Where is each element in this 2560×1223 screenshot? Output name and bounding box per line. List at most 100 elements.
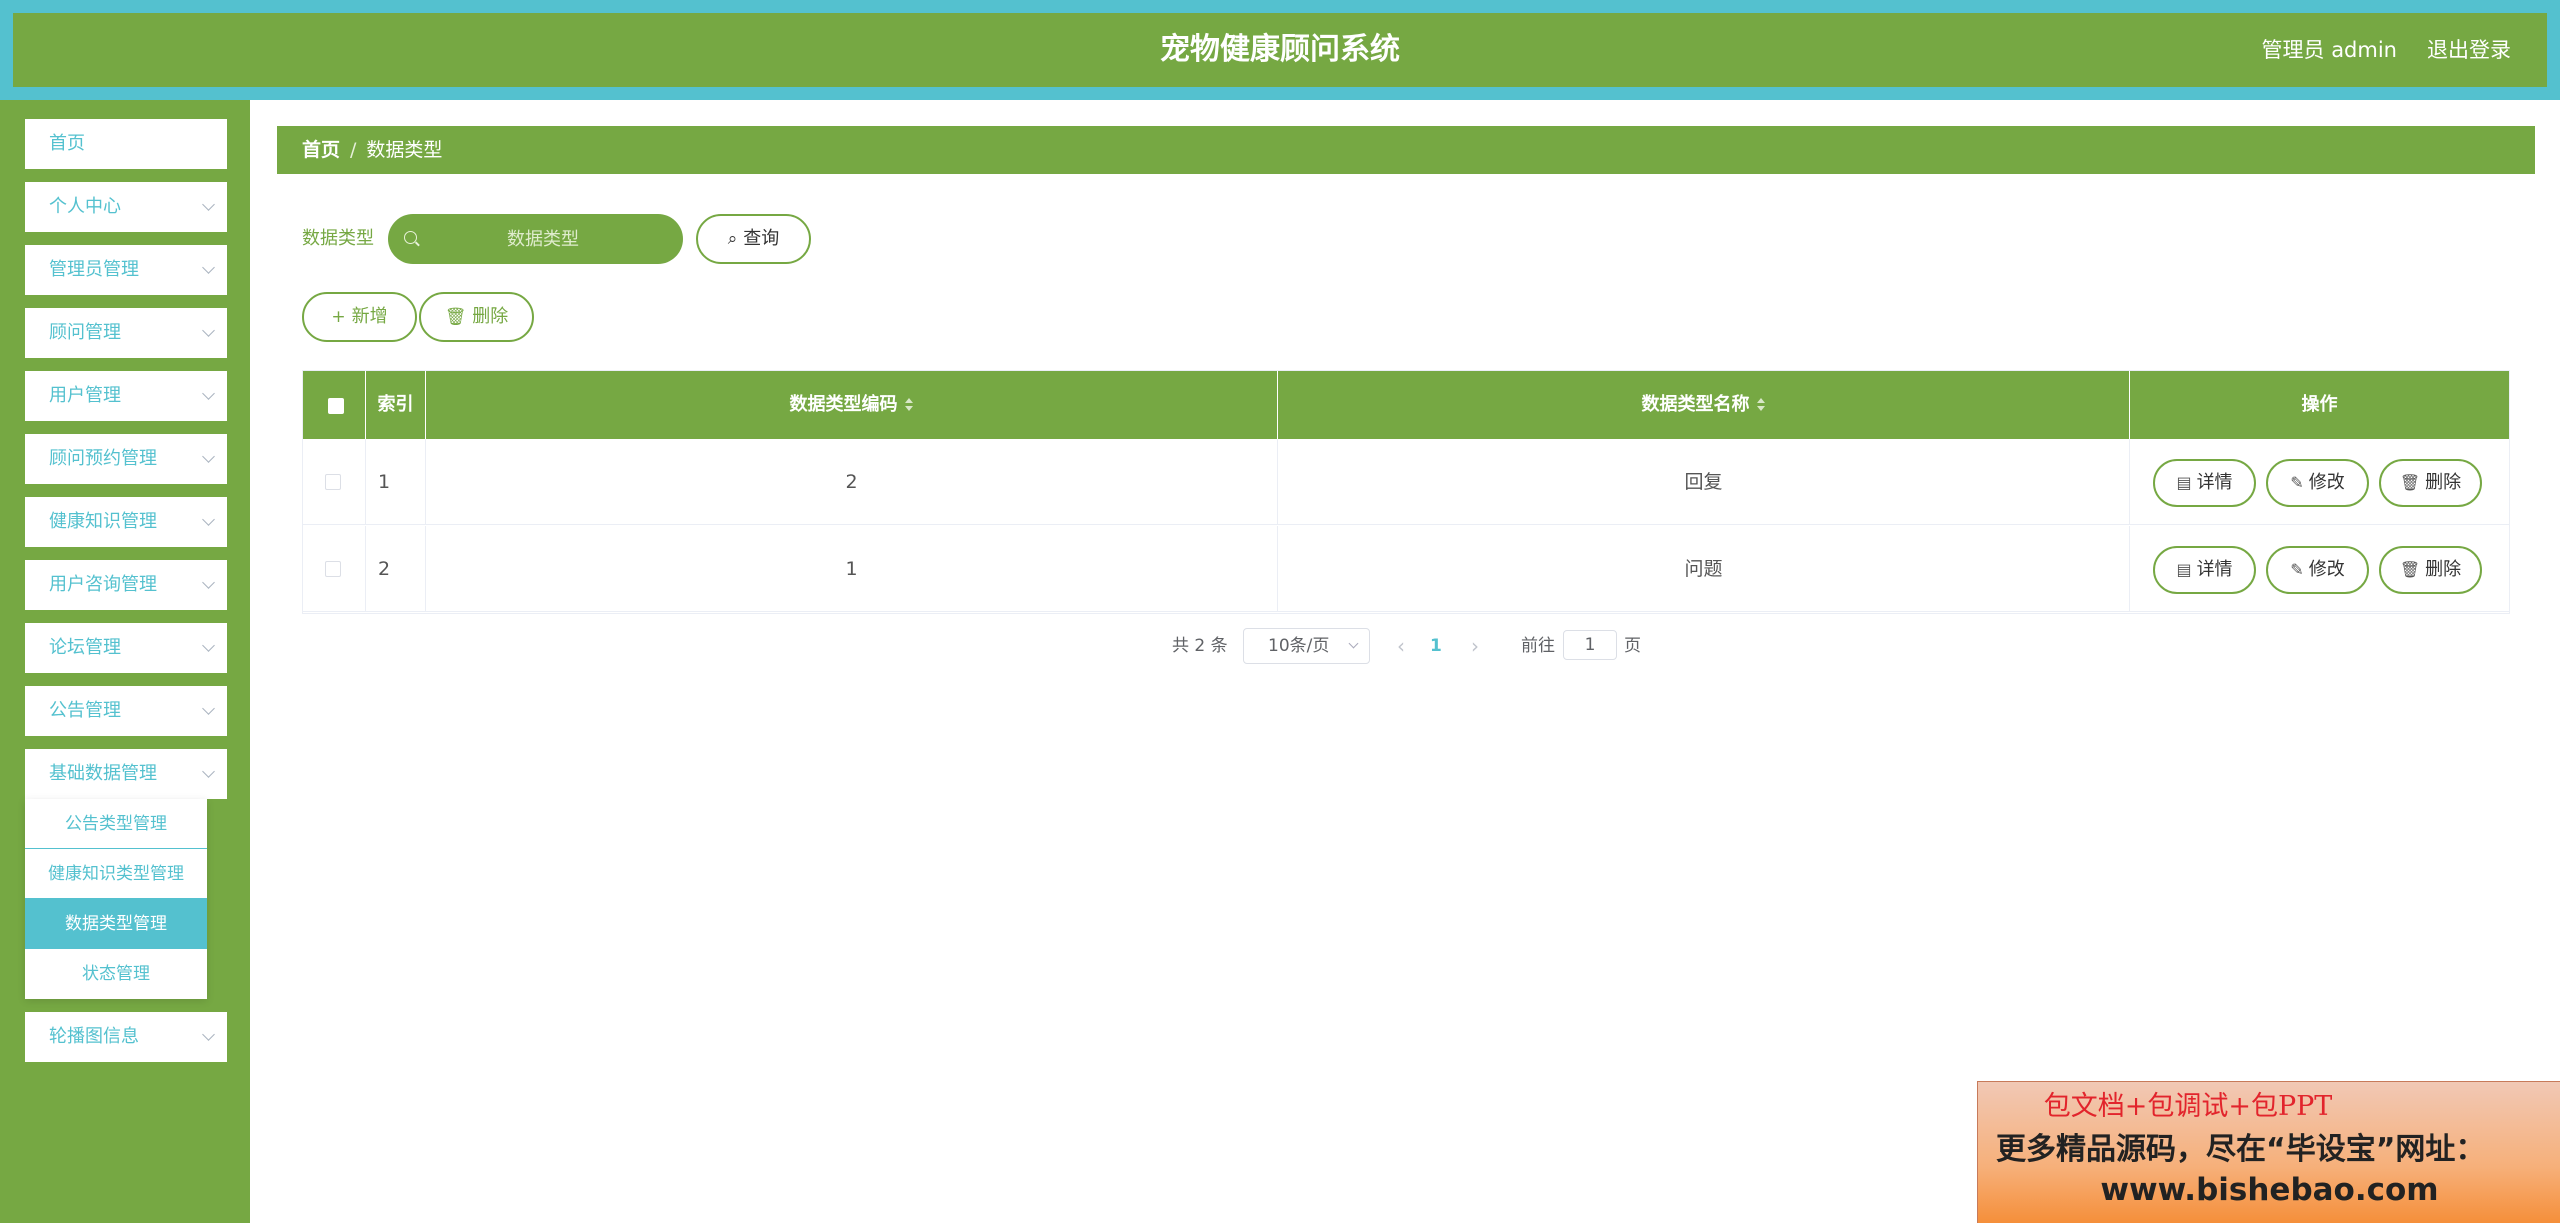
- query-button[interactable]: ⌕ 查询: [696, 214, 811, 264]
- sidebar-item-label: 顾问管理: [49, 322, 121, 343]
- edit-button-label: 修改: [2308, 559, 2345, 580]
- next-page-button[interactable]: ›: [1471, 628, 1479, 664]
- row-select-cell: [303, 526, 366, 612]
- cell-code: 1: [426, 526, 1278, 612]
- sidebar-item-users[interactable]: 用户管理: [25, 371, 227, 421]
- submenu-item-knowledge-types[interactable]: 健康知识类型管理: [25, 849, 207, 899]
- add-button[interactable]: + 新增: [302, 292, 417, 342]
- search-icon: [404, 231, 417, 244]
- chevron-down-icon: [202, 576, 215, 589]
- document-icon: ▤: [2176, 473, 2192, 492]
- chevron-down-icon: [202, 513, 215, 526]
- ad-line-2: 更多精品源码，尽在“毕设宝”网址：: [1996, 1132, 2486, 1167]
- sidebar-item-label: 顾问预约管理: [49, 448, 157, 469]
- plus-icon: +: [331, 307, 346, 327]
- sidebar-item-forum[interactable]: 论坛管理: [25, 623, 227, 673]
- submenu-item-status[interactable]: 状态管理: [25, 949, 207, 999]
- sidebar-item-advisor[interactable]: 顾问管理: [25, 308, 227, 358]
- goto-suffix: 页: [1624, 636, 1641, 656]
- sidebar-item-label: 健康知识管理: [49, 511, 157, 532]
- submenu-item-data-types[interactable]: 数据类型管理: [25, 899, 207, 949]
- row-checkbox[interactable]: [325, 561, 341, 577]
- trash-icon: 🗑: [444, 307, 467, 327]
- sidebar-item-carousel[interactable]: 轮播图信息: [25, 1012, 227, 1062]
- sort-icon: [904, 397, 914, 413]
- page-size-select[interactable]: 10条/页: [1243, 628, 1370, 664]
- select-all-checkbox[interactable]: [328, 398, 344, 414]
- chevron-down-icon: [1348, 638, 1359, 649]
- sidebar-item-label: 个人中心: [49, 196, 121, 217]
- sidebar-item-profile[interactable]: 个人中心: [25, 182, 227, 232]
- ad-line-1: 包文档+包调试+包PPT: [2043, 1091, 2333, 1122]
- sidebar-item-home[interactable]: 首页: [25, 119, 227, 169]
- top-bar: 宠物健康顾问系统 管理员 admin 退出登录: [0, 0, 2560, 100]
- data-table: 索引 数据类型编码 数据类型名称 操作 1 2 回复 ▤ 详情 ✎ 修改 🗑 删除 2…: [302, 370, 2510, 614]
- page-number[interactable]: 1: [1430, 628, 1442, 664]
- base-data-submenu: 公告类型管理 健康知识类型管理 数据类型管理 状态管理: [25, 799, 207, 999]
- chevron-down-icon: [202, 765, 215, 778]
- sidebar-item-label: 公告管理: [49, 700, 121, 721]
- breadcrumb-home[interactable]: 首页: [302, 139, 340, 161]
- edit-button-label: 修改: [2308, 472, 2345, 493]
- pagination-total: 共 2 条: [1172, 636, 1228, 656]
- cell-index: 2: [366, 526, 426, 612]
- table-row: 2 1 问题 ▤ 详情 ✎ 修改 🗑 删除: [303, 526, 2509, 612]
- sort-icon: [1756, 397, 1766, 413]
- select-all-cell: [303, 371, 366, 439]
- cell-name: 问题: [1278, 526, 2130, 612]
- sidebar-item-health-knowledge[interactable]: 健康知识管理: [25, 497, 227, 547]
- delete-button[interactable]: 🗑 删除: [2379, 546, 2482, 594]
- chevron-down-icon: [202, 324, 215, 337]
- detail-button-label: 详情: [2196, 472, 2233, 493]
- bulk-delete-button[interactable]: 🗑 删除: [419, 292, 534, 342]
- cell-actions: ▤ 详情 ✎ 修改 🗑 删除: [2130, 439, 2509, 525]
- cell-actions: ▤ 详情 ✎ 修改 🗑 删除: [2130, 526, 2509, 612]
- sidebar-item-appointments[interactable]: 顾问预约管理: [25, 434, 227, 484]
- header: 宠物健康顾问系统 管理员 admin 退出登录: [13, 13, 2547, 87]
- sidebar-item-label: 基础数据管理: [49, 763, 157, 784]
- edit-icon: ✎: [2290, 560, 2304, 579]
- search-field[interactable]: [388, 214, 683, 264]
- page-size-value: 10条/页: [1268, 636, 1330, 656]
- chevron-down-icon: [202, 639, 215, 652]
- sidebar-item-label: 管理员管理: [49, 259, 139, 280]
- cell-code: 2: [426, 439, 1278, 525]
- sidebar-item-announcements[interactable]: 公告管理: [25, 686, 227, 736]
- query-button-label: 查询: [743, 228, 780, 249]
- prev-page-button[interactable]: ‹: [1397, 628, 1405, 664]
- app-title: 宠物健康顾问系统: [1160, 32, 1400, 67]
- submenu-item-announcement-types[interactable]: 公告类型管理: [25, 799, 207, 849]
- goto-page-input[interactable]: [1563, 630, 1617, 660]
- sidebar-item-consultations[interactable]: 用户咨询管理: [25, 560, 227, 610]
- sidebar-item-admin[interactable]: 管理员管理: [25, 245, 227, 295]
- chevron-down-icon: [202, 261, 215, 274]
- sidebar-item-label: 首页: [49, 133, 85, 154]
- add-button-label: 新增: [351, 306, 388, 327]
- detail-button[interactable]: ▤ 详情: [2153, 459, 2256, 507]
- trash-icon: 🗑: [2399, 473, 2421, 492]
- row-checkbox[interactable]: [325, 474, 341, 490]
- breadcrumb-current: 数据类型: [366, 139, 443, 161]
- ad-banner[interactable]: 包文档+包调试+包PPT 更多精品源码，尽在“毕设宝”网址： www.bishe…: [1977, 1081, 2560, 1223]
- column-header-code-label: 数据类型编码: [789, 394, 898, 415]
- column-header-actions: 操作: [2301, 394, 2338, 415]
- current-user: 管理员 admin: [2261, 38, 2397, 62]
- goto-prefix: 前往: [1521, 636, 1555, 656]
- search-label: 数据类型: [302, 228, 374, 249]
- search-icon: ⌕: [727, 229, 738, 249]
- column-header-name[interactable]: 数据类型名称: [1278, 371, 2130, 439]
- chevron-down-icon: [202, 387, 215, 400]
- sidebar-item-base-data[interactable]: 基础数据管理: [25, 749, 227, 799]
- detail-button[interactable]: ▤ 详情: [2153, 546, 2256, 594]
- search-input[interactable]: [428, 214, 658, 264]
- column-header-name-label: 数据类型名称: [1641, 394, 1750, 415]
- column-header-code[interactable]: 数据类型编码: [426, 371, 1278, 439]
- logout-link[interactable]: 退出登录: [2427, 13, 2511, 87]
- sidebar-item-label: 论坛管理: [49, 637, 121, 658]
- edit-button[interactable]: ✎ 修改: [2266, 546, 2369, 594]
- edit-button[interactable]: ✎ 修改: [2266, 459, 2369, 507]
- cell-name: 回复: [1278, 439, 2130, 525]
- delete-button-label: 删除: [2425, 472, 2462, 493]
- delete-button[interactable]: 🗑 删除: [2379, 459, 2482, 507]
- ad-url: www.bishebao.com: [2100, 1172, 2439, 1208]
